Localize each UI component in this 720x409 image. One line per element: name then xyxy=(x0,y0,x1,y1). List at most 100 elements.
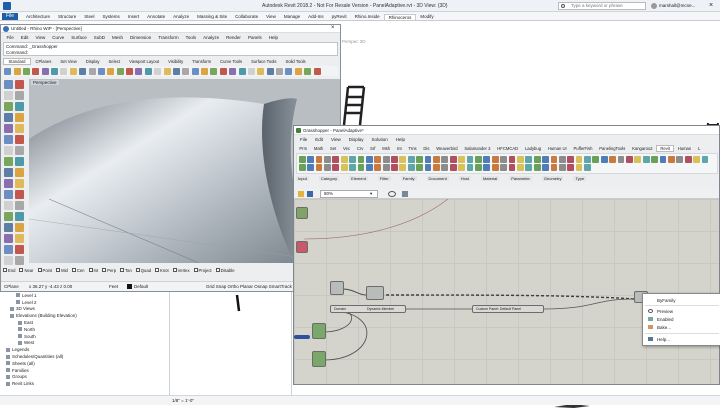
tool-icon[interactable] xyxy=(4,91,13,100)
tool-icon[interactable] xyxy=(15,190,24,199)
gh-tab-panelingtools[interactable]: PanelingTools xyxy=(596,146,629,151)
gh-component-icon[interactable] xyxy=(533,155,541,163)
toolbar-button-icon[interactable] xyxy=(238,67,246,75)
gh-tab-weaverbird[interactable]: Weaverbird xyxy=(433,146,461,151)
gh-component-icon[interactable] xyxy=(340,164,348,171)
open-file-icon[interactable] xyxy=(298,191,304,197)
gh-component-icon[interactable] xyxy=(508,155,516,163)
gh-component-icon[interactable] xyxy=(500,155,507,163)
rhino-menu-file[interactable]: File xyxy=(3,35,17,40)
revit-tab-massing-site[interactable]: Massing & Site xyxy=(193,14,231,19)
gh-component-icon[interactable] xyxy=(340,155,348,163)
gh-component-icon[interactable] xyxy=(374,164,382,171)
checkbox[interactable] xyxy=(88,268,93,272)
rhino-menu-render[interactable]: Render xyxy=(223,35,245,40)
tool-icon[interactable] xyxy=(15,146,24,155)
tool-icon[interactable] xyxy=(15,102,24,111)
tool-icon[interactable] xyxy=(4,223,13,232)
browser-item[interactable]: Elevations (Building Elevation) xyxy=(6,312,166,319)
gh-component-icon[interactable] xyxy=(399,164,407,171)
toolbar-tab-curve-tools[interactable]: Curve Tools xyxy=(216,59,247,64)
gh-component-icon[interactable] xyxy=(416,155,424,163)
context-menu-enabled[interactable]: Enabled xyxy=(657,317,674,322)
osnap-point[interactable]: Point xyxy=(37,268,52,273)
gh-component-icon[interactable] xyxy=(693,155,700,163)
gh-menu-solution[interactable]: Solution xyxy=(367,137,391,142)
gh-component-icon[interactable] xyxy=(508,164,516,171)
gh-component-blue[interactable] xyxy=(294,335,310,339)
osnap-knot[interactable]: Knot xyxy=(155,268,169,273)
gh-menu-help[interactable]: Help xyxy=(392,137,409,142)
browser-item[interactable]: Schedules/Quantities (all) xyxy=(6,353,166,360)
tool-icon[interactable] xyxy=(4,201,13,210)
rhino-menu-surface[interactable]: Surface xyxy=(68,35,91,40)
gh-tab-prm[interactable]: Prm xyxy=(296,146,310,151)
gh-component-domain[interactable]: Domain Dynamic Member xyxy=(330,305,406,313)
gh-component-icon[interactable] xyxy=(584,164,591,171)
gh-component-icon[interactable] xyxy=(391,164,398,171)
gh-component-icon[interactable] xyxy=(365,155,373,163)
osnap-mid[interactable]: Mid xyxy=(56,268,68,273)
checkbox[interactable] xyxy=(102,268,107,272)
gh-component-icon[interactable] xyxy=(575,164,583,171)
gh-component-icon[interactable] xyxy=(575,155,583,163)
gh-component-icon[interactable] xyxy=(567,164,575,171)
gh-component-icon[interactable] xyxy=(659,155,667,163)
gh-tab-human-ui[interactable]: Human UI xyxy=(544,146,570,151)
gh-tab-crv[interactable]: Crv xyxy=(353,146,366,151)
rhino-menu-view[interactable]: View xyxy=(32,35,49,40)
osnap-project[interactable]: Project xyxy=(193,268,212,273)
gh-component-icon[interactable] xyxy=(349,155,356,163)
tool-icon[interactable] xyxy=(4,212,13,221)
command-prompt[interactable]: Command: xyxy=(6,50,28,55)
gh-tab-trns[interactable]: Trns xyxy=(405,146,420,151)
gh-component-icon[interactable] xyxy=(642,155,650,163)
tool-icon[interactable] xyxy=(15,256,24,265)
gh-component-icon[interactable] xyxy=(307,155,314,163)
gh-tab-int[interactable]: Int xyxy=(394,146,405,151)
toolbar-button-icon[interactable] xyxy=(294,67,302,75)
file-button[interactable]: File xyxy=(2,13,18,20)
gh-component-icon[interactable] xyxy=(298,164,306,171)
gh-component-icon[interactable] xyxy=(458,155,466,163)
close-icon[interactable]: × xyxy=(709,2,713,10)
osnap-perp[interactable]: Perp xyxy=(102,268,116,273)
revit-app-icon[interactable] xyxy=(3,2,11,10)
checkbox[interactable] xyxy=(37,268,42,272)
osnap-near[interactable]: Near xyxy=(19,268,34,273)
revit-tab-pyrevit[interactable]: pyRevit xyxy=(328,14,351,19)
search-icon[interactable] xyxy=(561,4,565,8)
tool-icon[interactable] xyxy=(4,234,13,243)
gh-component-left[interactable] xyxy=(296,241,308,253)
toolbar-button-icon[interactable] xyxy=(88,67,96,75)
tool-icon[interactable] xyxy=(4,256,13,265)
browser-item[interactable]: East xyxy=(6,319,166,326)
gh-tab-vec[interactable]: Vec xyxy=(340,146,354,151)
toolbar-button-icon[interactable] xyxy=(172,67,180,75)
gh-menu-file[interactable]: File xyxy=(296,137,311,142)
status-layer[interactable]: Default xyxy=(134,284,148,289)
gh-component-icon[interactable] xyxy=(592,155,600,163)
rhino-menu-transform[interactable]: Transform xyxy=(155,35,182,40)
gh-component-icon[interactable] xyxy=(374,155,382,163)
context-menu-preview[interactable]: Preview xyxy=(657,309,673,314)
gh-tab-dis[interactable]: Dis xyxy=(420,146,433,151)
gh-tab-srf[interactable]: Srf xyxy=(367,146,379,151)
tool-icon[interactable] xyxy=(4,113,13,122)
gh-component-icon[interactable] xyxy=(558,155,566,163)
toolbar-tab-set-view[interactable]: Set View xyxy=(56,59,81,64)
toolbar-button-icon[interactable] xyxy=(69,67,77,75)
revit-tab-modify[interactable]: Modify xyxy=(416,14,437,19)
revit-tab-add-ins[interactable]: Add-Ins xyxy=(304,14,328,19)
gh-tab-l[interactable]: L xyxy=(695,146,704,151)
gh-component-icon[interactable] xyxy=(391,155,398,163)
close-icon[interactable]: × xyxy=(331,25,335,31)
gh-component-icon[interactable] xyxy=(634,155,642,163)
toolbar-button-icon[interactable] xyxy=(116,67,124,75)
tool-icon[interactable] xyxy=(15,201,24,210)
checkbox[interactable] xyxy=(56,268,61,272)
revit-tab-rhinoceros[interactable]: Rhinoceros xyxy=(383,13,417,20)
tool-icon[interactable] xyxy=(4,190,13,199)
browser-item[interactable]: Families xyxy=(6,367,166,374)
toolbar-button-icon[interactable] xyxy=(126,67,134,75)
